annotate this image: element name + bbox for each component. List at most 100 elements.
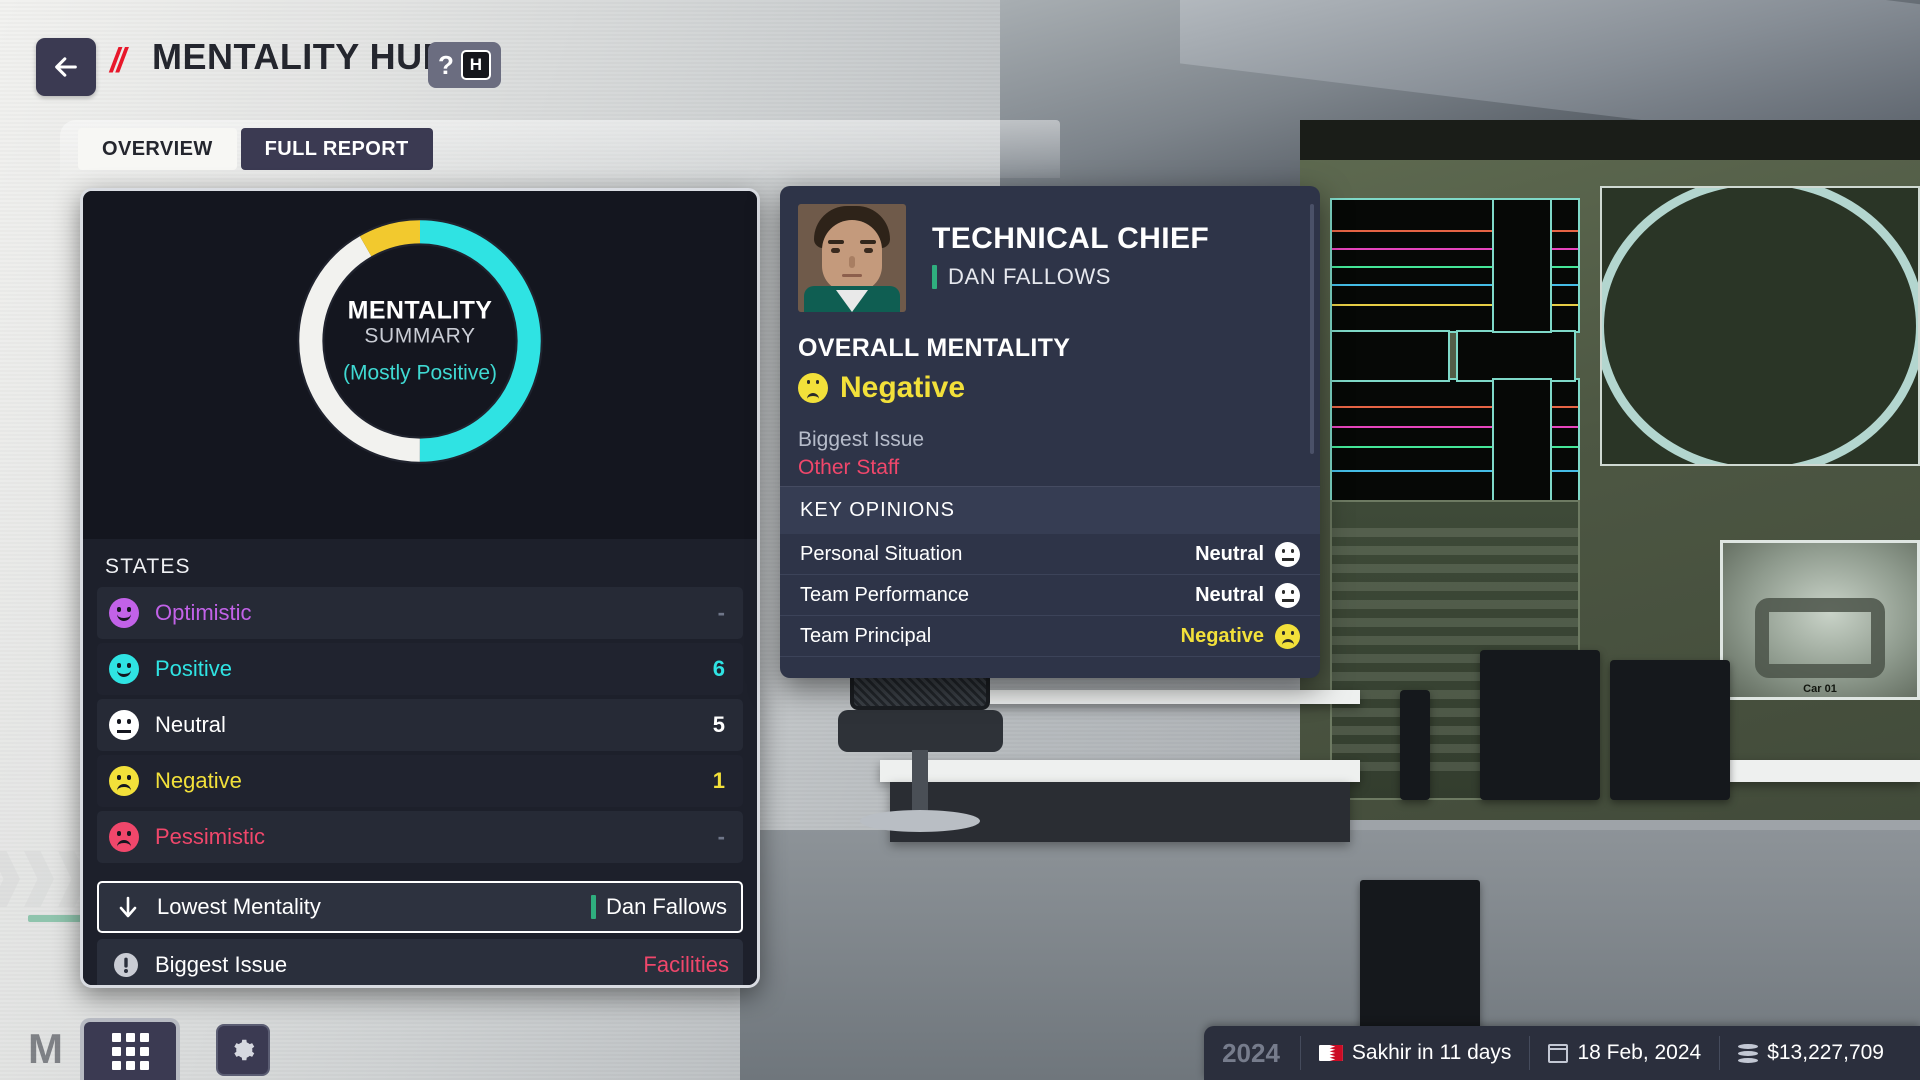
gear-icon [234, 1039, 255, 1061]
frown-face-icon [109, 766, 139, 796]
state-row[interactable]: Pessimistic - [97, 811, 743, 863]
page-title: MENTALITY HUB [152, 36, 450, 77]
donut-title: MENTALITY [347, 296, 493, 325]
flat-face-icon [109, 710, 139, 740]
date-item[interactable]: 18 Feb, 2024 [1529, 1036, 1719, 1070]
biggest-issue-label: Biggest Issue [155, 952, 288, 977]
warning-icon [111, 952, 141, 978]
monitor-stand [1400, 690, 1430, 800]
lowest-mentality-row[interactable]: Lowest Mentality Dan Fallows [97, 881, 743, 933]
key-opinion-value: Neutral [1195, 583, 1264, 606]
main-menu-button[interactable] [80, 1018, 180, 1080]
states-list: Optimistic - Positive 6 Neutral 5 Negative 1 Pes… [83, 587, 757, 873]
state-row[interactable]: Positive 6 [97, 643, 743, 695]
accent-bar [932, 265, 937, 289]
state-row[interactable]: Neutral 5 [97, 699, 743, 751]
key-opinion-label: Team Performance [800, 583, 969, 606]
overview-summary-rows: Lowest Mentality Dan Fallows Biggest Iss… [83, 873, 757, 985]
state-row[interactable]: Negative 1 [97, 755, 743, 807]
state-label: Positive [155, 656, 233, 681]
staff-biggest-issue-label: Biggest Issue [798, 428, 925, 451]
smile-face-icon [109, 598, 139, 628]
grid-menu-icon [111, 1032, 149, 1070]
overview-panel: MENTALITY SUMMARY (Mostly Positive) STAT… [80, 188, 760, 988]
mentality-donut-chart: MENTALITY SUMMARY (Mostly Positive) [294, 215, 546, 467]
accent-bar [590, 895, 596, 919]
arrow-left-icon [55, 57, 77, 77]
key-opinion-value: Negative [1180, 624, 1264, 647]
onboard-camera-screen: Car 01 [1720, 540, 1920, 700]
season-year: 2024 [1222, 1037, 1280, 1068]
lowest-mentality-value-wrap: Dan Fallows [590, 894, 727, 920]
lowest-mentality-value: Dan Fallows [605, 894, 727, 919]
status-bar: 2024 Sakhir in 11 days 18 Feb, 2024 $13,… [1204, 1026, 1920, 1080]
page-header: // MENTALITY HUB ? H [0, 0, 1920, 120]
telemetry-screen-4 [1456, 330, 1576, 382]
flat-face-icon [1275, 541, 1300, 567]
biggest-issue-row[interactable]: Biggest Issue Facilities [97, 939, 743, 985]
next-race-item[interactable]: Sakhir in 11 days [1299, 1036, 1530, 1070]
arrow-down-icon [113, 894, 143, 920]
back-button[interactable] [36, 38, 96, 96]
overall-mentality-value: Negative [840, 371, 966, 404]
monitor-back-1 [1480, 650, 1600, 800]
bahrain-flag-icon [1318, 1045, 1343, 1061]
frown-face-icon [109, 822, 139, 852]
staff-card-scrollbar[interactable] [1310, 204, 1314, 454]
staff-name-wrap: DAN FALLOWS [932, 264, 1111, 290]
key-opinion-label: Personal Situation [800, 542, 963, 565]
donut-subtitle: SUMMARY [364, 324, 476, 348]
help-button[interactable]: ? H [428, 42, 501, 88]
brand-slash-icon: // [110, 42, 126, 80]
track-map-screen [1600, 186, 1920, 466]
state-row[interactable]: Optimistic - [97, 587, 743, 639]
key-opinion-label: Team Principal [800, 624, 932, 647]
screen-wall-band [1300, 120, 1920, 160]
camera-label: Car 01 [1803, 683, 1837, 695]
state-count: - [717, 600, 725, 625]
settings-button[interactable] [216, 1024, 270, 1076]
state-label: Neutral [155, 712, 226, 737]
key-opinions-header: KEY OPINIONS [780, 487, 1320, 534]
next-race-text: Sakhir in 11 days [1351, 1041, 1512, 1064]
bar-gauge-screen-2 [1492, 378, 1552, 503]
telemetry-screen-3 [1330, 330, 1450, 382]
negative-face-icon [798, 373, 828, 403]
flat-face-icon [1275, 582, 1300, 608]
calendar-icon [1548, 1043, 1569, 1063]
key-opinion-value: Neutral [1195, 542, 1264, 565]
staff-header: TECHNICAL CHIEF DAN FALLOWS OVERALL MENT… [780, 186, 1320, 486]
donut-status: (Mostly Positive) [342, 361, 498, 385]
state-label: Pessimistic [155, 824, 266, 849]
staff-detail-panel: TECHNICAL CHIEF DAN FALLOWS OVERALL MENT… [780, 186, 1320, 678]
key-opinion-row[interactable]: Personal Situation Neutral [780, 534, 1320, 575]
donut-center-label: MENTALITY SUMMARY (Mostly Positive) [315, 297, 525, 386]
staff-role: TECHNICAL CHIEF [932, 222, 1210, 255]
coins-icon [1738, 1043, 1759, 1063]
key-opinion-row[interactable]: Team Performance Neutral [780, 575, 1320, 616]
state-count: 5 [712, 712, 725, 737]
help-shortcut-key: H [460, 50, 491, 80]
bar-gauge-screen-1 [1492, 198, 1552, 333]
balance-text: $13,227,709 [1767, 1041, 1884, 1064]
mentality-donut-section: MENTALITY SUMMARY (Mostly Positive) [83, 191, 757, 539]
state-label: Optimistic [155, 600, 252, 625]
states-section-header: STATES [83, 539, 757, 587]
frown-face-icon [1275, 623, 1300, 649]
staff-name: DAN FALLOWS [948, 264, 1112, 289]
tab-bar: OVERVIEW FULL REPORT [78, 128, 433, 170]
pc-tower [1360, 880, 1480, 1050]
key-opinion-row[interactable]: Team Principal Negative [780, 616, 1320, 657]
biggest-issue-value: Facilities [643, 952, 729, 977]
tab-full-report[interactable]: FULL REPORT [240, 128, 433, 170]
tab-overview[interactable]: OVERVIEW [78, 128, 237, 170]
team-logo: M [28, 1025, 63, 1072]
overall-mentality-value-wrap: Negative [798, 371, 965, 405]
state-count: 6 [712, 656, 725, 681]
date-text: 18 Feb, 2024 [1577, 1041, 1702, 1064]
lowest-mentality-label: Lowest Mentality [157, 894, 321, 919]
overall-mentality-label: OVERALL MENTALITY [798, 334, 1071, 362]
state-count: 1 [712, 768, 725, 793]
balance-item[interactable]: $13,227,709 [1719, 1036, 1902, 1070]
state-label: Negative [155, 768, 242, 793]
